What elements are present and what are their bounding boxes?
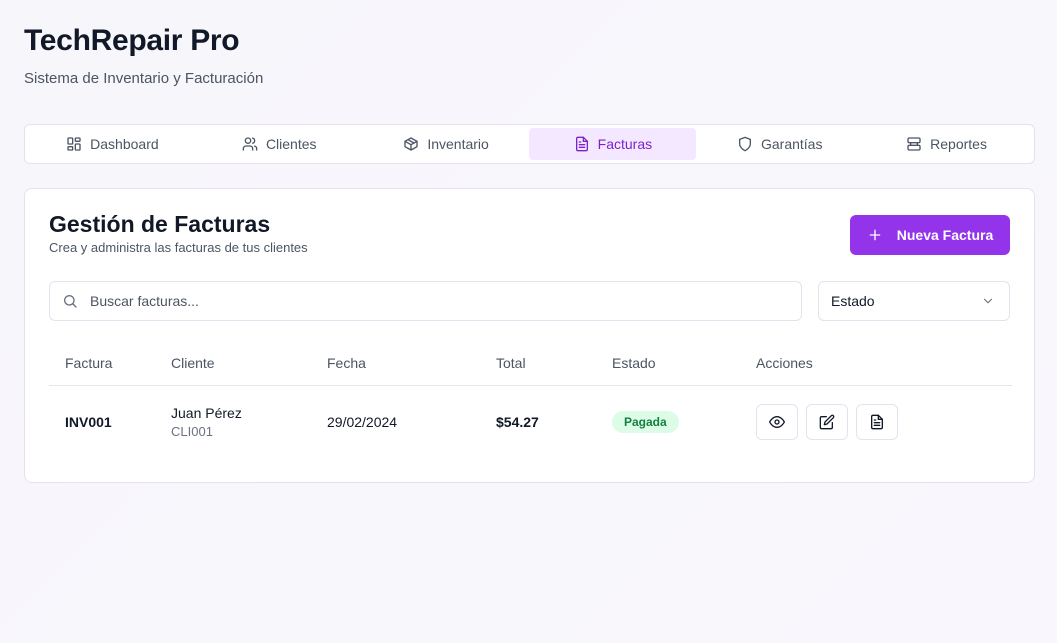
invoice-date: 29/02/2024 bbox=[327, 414, 398, 430]
tab-label: Reportes bbox=[930, 136, 987, 152]
new-invoice-button[interactable]: Nueva Factura bbox=[850, 215, 1010, 255]
invoice-total: $54.27 bbox=[496, 414, 539, 430]
tab-reportes[interactable]: Reportes bbox=[863, 128, 1030, 160]
view-button[interactable] bbox=[756, 404, 798, 440]
invoices-card: Gestión de Facturas Crea y administra la… bbox=[24, 188, 1035, 483]
app-subtitle: Sistema de Inventario y Facturación bbox=[24, 70, 264, 87]
tab-inventario[interactable]: Inventario bbox=[363, 128, 530, 160]
search-box bbox=[49, 281, 802, 321]
main-tabs: Dashboard Clientes Inventario Facturas G… bbox=[24, 124, 1035, 164]
app-title: TechRepair Pro bbox=[24, 24, 240, 57]
plus-icon bbox=[869, 229, 881, 241]
row-actions bbox=[756, 404, 1012, 440]
dashboard-icon bbox=[67, 137, 81, 151]
tab-garantias[interactable]: Garantías bbox=[696, 128, 863, 160]
column-header-total: Total bbox=[496, 355, 526, 371]
client-id: CLI001 bbox=[171, 424, 213, 439]
invoice-id: INV001 bbox=[65, 414, 112, 430]
eye-icon bbox=[769, 416, 785, 428]
package-icon bbox=[404, 137, 418, 151]
column-header-fecha: Fecha bbox=[327, 355, 366, 371]
tab-label: Facturas bbox=[597, 136, 653, 152]
tab-label: Garantías bbox=[760, 136, 823, 152]
column-header-factura: Factura bbox=[65, 355, 113, 371]
column-header-estado: Estado bbox=[612, 355, 656, 371]
pdf-button[interactable] bbox=[856, 404, 898, 440]
edit-button[interactable] bbox=[806, 404, 848, 440]
app-root: TechRepair Pro Sistema de Inventario y F… bbox=[0, 0, 1057, 643]
status-badge: Pagada bbox=[612, 411, 679, 433]
column-header-acciones: Acciones bbox=[756, 355, 813, 371]
status-cell: Pagada bbox=[612, 411, 756, 433]
tab-label: Inventario bbox=[427, 136, 489, 152]
table-header: Factura Cliente Fecha Total Estado Accio… bbox=[49, 341, 1012, 386]
file-text-icon bbox=[575, 136, 588, 152]
tab-label: Clientes bbox=[265, 136, 317, 152]
table-row: INV001 Juan Pérez CLI001 29/02/2024 $54.… bbox=[49, 386, 1012, 458]
client-name: Juan Pérez bbox=[171, 405, 242, 421]
search-icon bbox=[63, 295, 77, 308]
client-cell: Juan Pérez CLI001 bbox=[171, 405, 327, 439]
chevron-down-icon bbox=[983, 298, 993, 304]
section-subtitle: Crea y administra las facturas de tus cl… bbox=[49, 240, 308, 255]
tab-dashboard[interactable]: Dashboard bbox=[29, 128, 196, 160]
server-icon bbox=[907, 137, 921, 151]
tab-facturas[interactable]: Facturas bbox=[529, 128, 697, 160]
search-input[interactable] bbox=[90, 293, 770, 309]
shield-icon bbox=[738, 136, 751, 152]
file-text-icon bbox=[871, 414, 883, 430]
tab-label: Dashboard bbox=[90, 136, 159, 152]
edit-icon bbox=[819, 414, 835, 430]
section-title: Gestión de Facturas bbox=[49, 211, 271, 237]
status-filter-select[interactable]: Estado bbox=[818, 281, 1010, 321]
column-header-cliente: Cliente bbox=[171, 355, 215, 371]
invoices-table: Factura Cliente Fecha Total Estado Accio… bbox=[49, 341, 1012, 458]
users-icon bbox=[242, 137, 258, 151]
status-filter-value: Estado bbox=[831, 293, 875, 309]
new-invoice-label: Nueva Factura bbox=[896, 227, 994, 243]
tab-clientes[interactable]: Clientes bbox=[196, 128, 363, 160]
